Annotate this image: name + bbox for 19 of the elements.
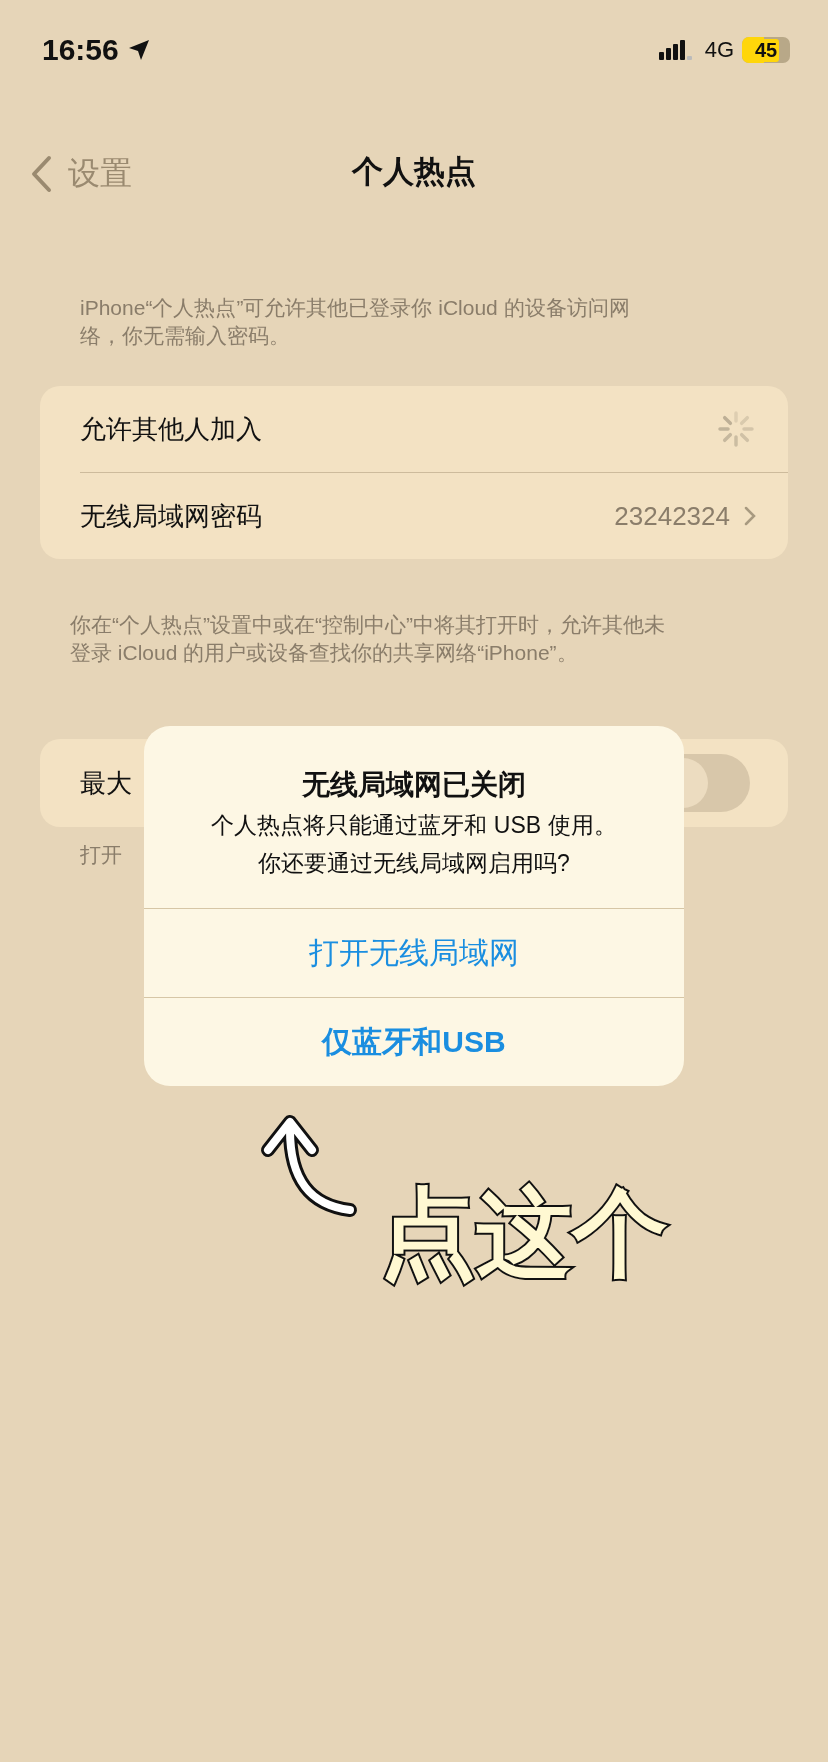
- footer-text: 你在“个人热点”设置中或在“控制中心”中将其打开时，允许其他未登录 iCloud 的用户或设备查找你的共享网络“iPhone”。: [70, 612, 666, 666]
- alert-message: 你还要通过无线局域网启用吗?: [258, 849, 570, 878]
- page-title: 个人热点: [352, 153, 476, 191]
- settings-row[interactable]: 无线局域网密码 23242324: [40, 473, 788, 559]
- signal-icon: [658, 38, 693, 62]
- back-chevron-icon: [30, 155, 52, 193]
- chevron-right-icon: [744, 506, 756, 526]
- alert-title: 无线局域网已关闭: [302, 768, 526, 802]
- footer-text: 打开: [80, 842, 122, 868]
- back-button[interactable]: 设置: [26, 148, 136, 200]
- loading-spinner-icon: [716, 409, 756, 449]
- intro-text: iPhone“个人热点”可允许其他已登录你 iCloud 的设备访问网络，你无需输入密码。: [80, 295, 631, 349]
- status-time: 16:56: [42, 33, 119, 67]
- alert-button[interactable]: 仅蓝牙和USB: [144, 997, 684, 1086]
- battery-icon: 45: [742, 37, 790, 63]
- network-type: 4G: [704, 37, 734, 63]
- annotation-text: 点这个: [380, 1178, 668, 1288]
- settings-row[interactable]: 允许其他人加入: [40, 386, 788, 472]
- alert-button[interactable]: 打开无线局域网: [144, 908, 684, 997]
